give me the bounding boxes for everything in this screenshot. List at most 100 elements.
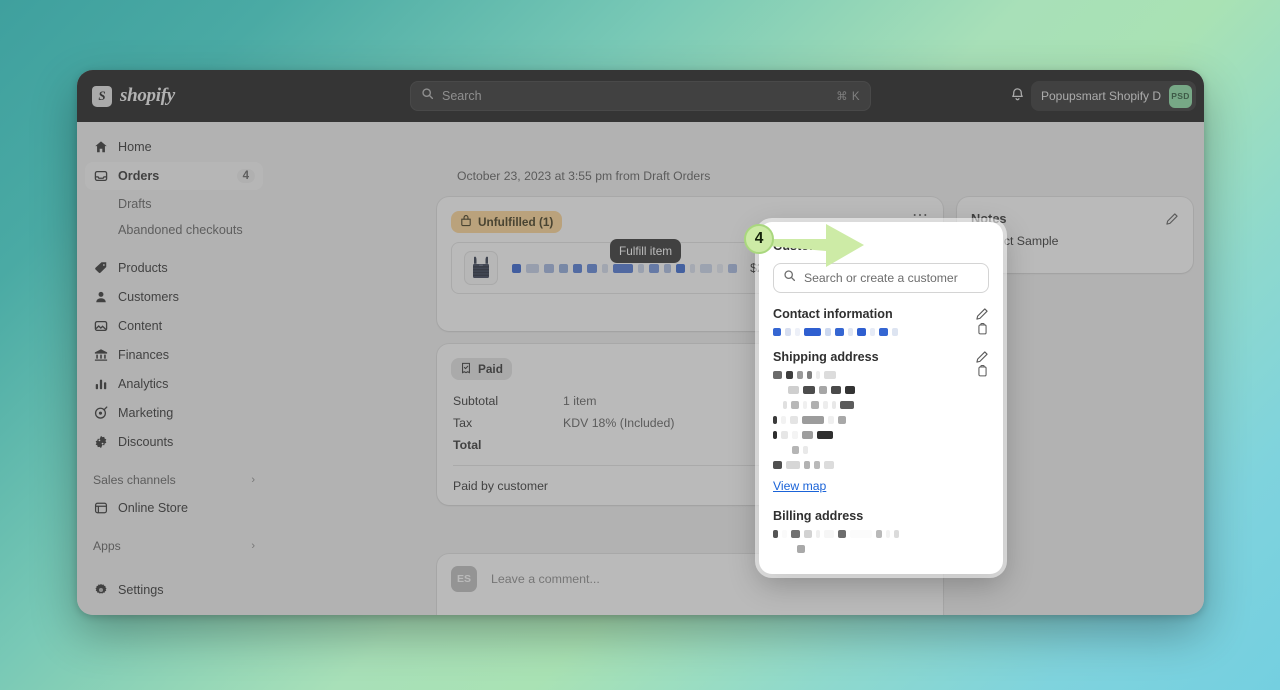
sidebar-label: Customers [118, 290, 179, 304]
shipping-address-title: Shipping address [773, 350, 879, 364]
ellipsis-icon[interactable]: ⋯ [912, 208, 929, 224]
sidebar-label: Online Store [118, 501, 189, 515]
row-label: Subtotal [453, 394, 499, 408]
orders-inbox-icon [93, 168, 109, 184]
status-badge-label: Unfulfilled (1) [478, 215, 554, 229]
sidebar-label: Apps [93, 539, 121, 553]
clipboard-icon[interactable] [976, 322, 989, 336]
gear-icon [93, 582, 109, 598]
receipt-check-icon [460, 362, 472, 377]
avatar: ES [451, 566, 477, 592]
status-badge: Unfulfilled (1) [451, 211, 563, 233]
payment-status-label: Paid [478, 362, 503, 376]
content-image-icon [93, 318, 109, 334]
megaphone-target-icon [93, 405, 109, 421]
billing-address-title: Billing address [773, 509, 864, 523]
top-bar: S shopify Search ⌘ K Popupsmart Shopify … [77, 70, 1204, 122]
sidebar-item-content[interactable]: Content [85, 312, 263, 340]
sidebar-item-home[interactable]: Home [85, 133, 263, 161]
sidebar-item-drafts[interactable]: Drafts [85, 191, 263, 217]
shipping-address-header: Shipping address [773, 350, 989, 364]
sidebar-label: Home [118, 140, 152, 154]
sidebar-label: Abandoned checkouts [118, 223, 243, 237]
sidebar-group-apps[interactable]: Apps › [85, 533, 263, 559]
sidebar-item-analytics[interactable]: Analytics [85, 370, 263, 398]
main-content: October 23, 2023 at 3:55 pm from Draft O… [271, 122, 1204, 615]
step-number-badge: 4 [744, 224, 774, 254]
sidebar-label: Orders [118, 169, 160, 183]
brand-name: shopify [120, 85, 175, 106]
pencil-icon[interactable] [1165, 212, 1179, 226]
billing-address-redacted [773, 530, 989, 553]
payment-status-badge: Paid [451, 358, 512, 380]
orders-count-badge: 4 [236, 169, 255, 183]
sidebar-label: Marketing [118, 406, 174, 420]
customer-title: Customer [773, 238, 833, 253]
fulfill-item-tooltip: Fulfill item [610, 239, 682, 263]
account-name: Popupsmart Shopify D... [1041, 89, 1161, 103]
contact-information-header: Contact information [773, 307, 989, 321]
sidebar-item-online-store[interactable]: Online Store [85, 494, 263, 522]
contact-email-redacted[interactable] [773, 328, 976, 336]
sidebar-item-customers[interactable]: Customers [85, 283, 263, 311]
sidebar-item-abandoned-checkouts[interactable]: Abandoned checkouts [85, 217, 263, 243]
shipping-address-redacted [773, 364, 976, 469]
chevron-right-icon: › [251, 474, 255, 486]
view-map-link[interactable]: View map [773, 479, 826, 493]
sidebar-label: Content [118, 319, 163, 333]
sidebar-item-finances[interactable]: Finances [85, 341, 263, 369]
notifications-button[interactable] [1002, 81, 1032, 111]
search-placeholder: Search [442, 89, 482, 103]
customer-search-placeholder: Search or create a customer [804, 271, 958, 285]
row-label: Tax [453, 416, 473, 430]
product-name-redacted [512, 263, 750, 273]
sidebar-divider-3 [77, 523, 271, 533]
account-menu-button[interactable]: Popupsmart Shopify D... PSD [1031, 81, 1196, 111]
comment-toolbar: Post [437, 610, 943, 615]
search-icon [783, 269, 796, 287]
tag-icon [93, 260, 109, 276]
search-icon [421, 87, 434, 105]
sidebar-item-settings[interactable]: Settings [85, 576, 263, 604]
shopify-logo[interactable]: S shopify [92, 85, 267, 107]
pencil-icon[interactable] [975, 350, 989, 364]
sidebar-settings-container: Settings [77, 575, 271, 605]
billing-address-header: Billing address [773, 509, 989, 523]
chevron-right-icon: › [251, 540, 255, 552]
customer-search-input[interactable]: Search or create a customer [773, 263, 989, 293]
sidebar-divider-2 [77, 457, 271, 467]
search-input[interactable]: Search ⌘ K [410, 81, 871, 111]
discount-tag-icon [93, 434, 109, 450]
contact-information-title: Contact information [773, 307, 893, 321]
shopify-bag-icon: S [92, 85, 112, 107]
sidebar-divider [77, 243, 271, 253]
bell-icon [1010, 86, 1025, 107]
bar-chart-icon [93, 376, 109, 392]
sidebar-label: Settings [118, 583, 164, 597]
sidebar-label: Products [118, 261, 168, 275]
row-label: Total [453, 438, 482, 452]
online-store-icon [93, 500, 109, 516]
sidebar-label: Discounts [118, 435, 174, 449]
sidebar-label: Finances [118, 348, 170, 362]
tank-top-product-thumbnail [464, 251, 498, 285]
search-shortcut: ⌘ K [836, 91, 860, 103]
sidebar-item-orders[interactable]: Orders 4 [85, 162, 263, 190]
sidebar-item-discounts[interactable]: Discounts [85, 428, 263, 456]
customer-card: Customer Search or create a customer Con… [759, 222, 1003, 574]
sidebar-label: Sales channels [93, 473, 176, 487]
avatar: PSD [1169, 84, 1192, 108]
sidebar-label: Drafts [118, 197, 152, 211]
clipboard-icon[interactable] [976, 364, 989, 378]
shopify-admin-window: S shopify Search ⌘ K Popupsmart Shopify … [77, 70, 1204, 615]
sidebar: Home Orders 4 Drafts Abandoned checkouts… [77, 122, 271, 615]
person-icon [93, 289, 109, 305]
package-icon [460, 214, 472, 230]
sidebar-item-products[interactable]: Products [85, 254, 263, 282]
order-datestamp: October 23, 2023 at 3:55 pm from Draft O… [457, 169, 711, 183]
sidebar-item-marketing[interactable]: Marketing [85, 399, 263, 427]
pencil-icon[interactable] [975, 307, 989, 321]
comment-placeholder: Leave a comment... [491, 572, 600, 586]
sidebar-group-sales-channels[interactable]: Sales channels › [85, 467, 263, 493]
home-icon [93, 139, 109, 155]
